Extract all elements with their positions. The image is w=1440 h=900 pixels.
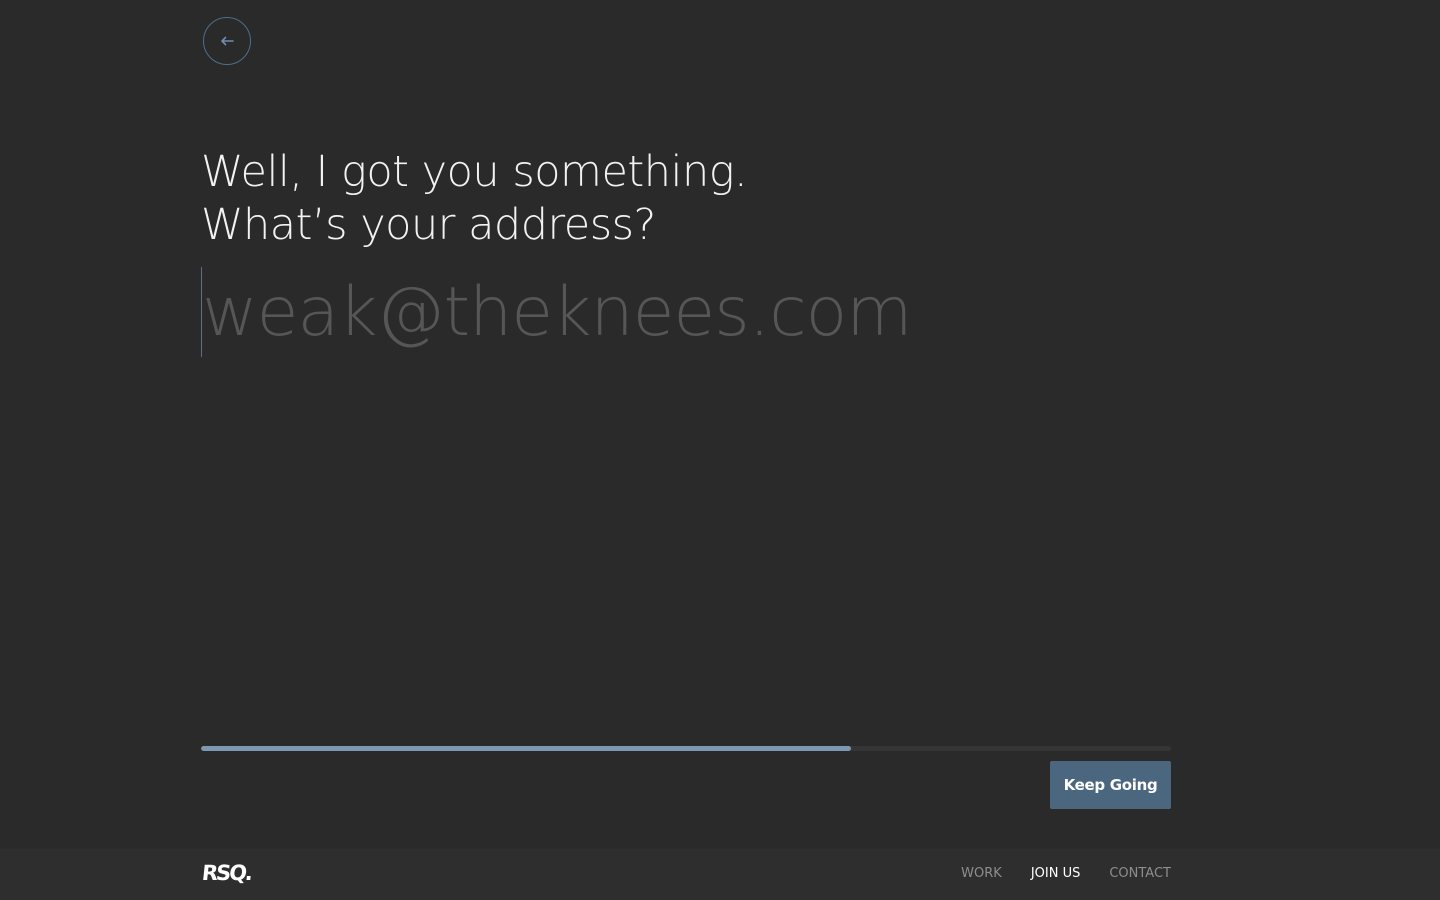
email-input[interactable] [202,267,1167,357]
arrow-left-icon [221,36,234,46]
progress-bar-fill [201,746,851,751]
back-button[interactable] [203,17,251,65]
page: Well, I got you something. What’s your a… [0,0,1440,900]
keep-going-button[interactable]: Keep Going [1050,761,1171,809]
footer-nav: WORK JOIN US CONTACT [961,866,1171,881]
question-heading: Well, I got you something. What’s your a… [201,146,748,252]
footer: RSQ. WORK JOIN US CONTACT [0,849,1440,900]
progress-bar [201,746,1171,751]
rsq-logo[interactable]: RSQ. [201,861,253,885]
nav-link-work[interactable]: WORK [961,866,1002,881]
question-line-1: Well, I got you something. [201,147,748,197]
nav-link-join-us[interactable]: JOIN US [1031,866,1081,881]
question-line-2: What’s your address? [201,200,656,250]
nav-link-contact[interactable]: CONTACT [1109,866,1171,881]
email-field-wrapper [201,267,1172,357]
